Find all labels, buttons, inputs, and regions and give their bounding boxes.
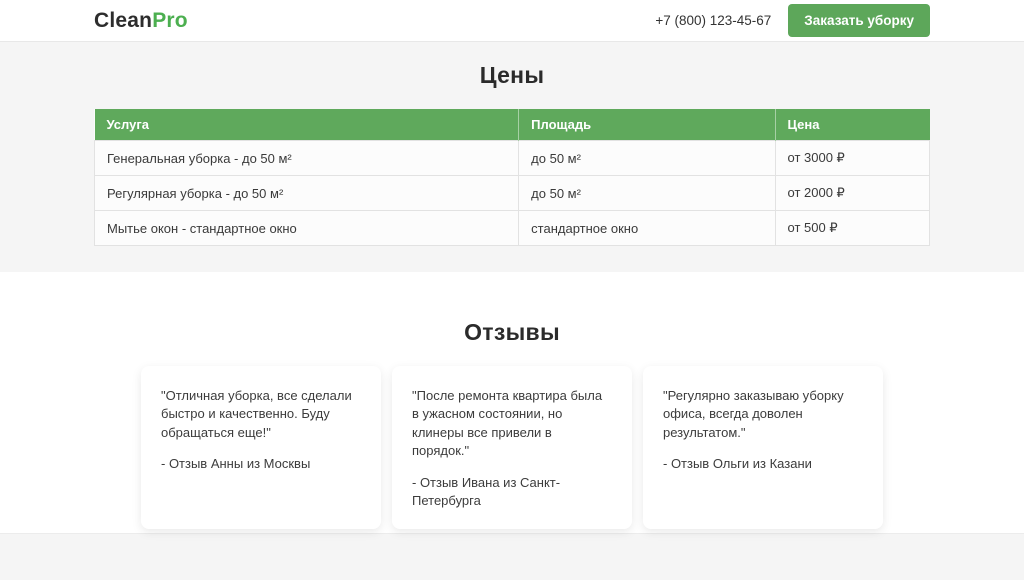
review-author: - Отзыв Ольги из Казани bbox=[663, 455, 863, 473]
review-card: "Регулярно заказываю уборку офиса, всегд… bbox=[643, 366, 883, 529]
table-row: Генеральная уборка - до 50 м² до 50 м² о… bbox=[95, 141, 930, 176]
logo[interactable]: CleanPro bbox=[94, 9, 188, 33]
site-footer bbox=[0, 533, 1024, 580]
cell-service: Генеральная уборка - до 50 м² bbox=[95, 141, 519, 176]
table-header-row: Услуга Площадь Цена bbox=[95, 109, 930, 141]
cell-price: от 500 ₽ bbox=[775, 211, 929, 246]
cell-service: Мытье окон - стандартное окно bbox=[95, 211, 519, 246]
review-card: "После ремонта квартира была в ужасном с… bbox=[392, 366, 632, 529]
prices-section: Цены Услуга Площадь Цена Генеральная убо… bbox=[0, 41, 1024, 272]
cell-price: от 3000 ₽ bbox=[775, 141, 929, 176]
table-row: Мытье окон - стандартное окно стандартно… bbox=[95, 211, 930, 246]
cell-service: Регулярная уборка - до 50 м² bbox=[95, 176, 519, 211]
cell-area: до 50 м² bbox=[519, 141, 775, 176]
column-header-area: Площадь bbox=[519, 109, 775, 141]
table-row: Регулярная уборка - до 50 м² до 50 м² от… bbox=[95, 176, 930, 211]
prices-table: Услуга Площадь Цена Генеральная уборка -… bbox=[94, 109, 930, 246]
review-quote: "После ремонта квартира была в ужасном с… bbox=[412, 387, 612, 461]
prices-title: Цены bbox=[0, 62, 1024, 89]
phone-number: +7 (800) 123-45-67 bbox=[655, 13, 771, 28]
review-quote: "Отличная уборка, все сделали быстро и к… bbox=[161, 387, 361, 442]
cell-area: стандартное окно bbox=[519, 211, 775, 246]
cell-area: до 50 м² bbox=[519, 176, 775, 211]
reviews-section: Отзывы "Отличная уборка, все сделали быс… bbox=[0, 272, 1024, 533]
column-header-price: Цена bbox=[775, 109, 929, 141]
review-author: - Отзыв Ивана из Санкт-Петербурга bbox=[412, 474, 612, 511]
logo-text-pro: Pro bbox=[152, 9, 188, 32]
review-card: "Отличная уборка, все сделали быстро и к… bbox=[141, 366, 381, 529]
review-author: - Отзыв Анны из Москвы bbox=[161, 455, 361, 473]
cell-price: от 2000 ₽ bbox=[775, 176, 929, 211]
order-cleaning-button[interactable]: Заказать уборку bbox=[788, 4, 930, 37]
logo-text-clean: Clean bbox=[94, 9, 152, 32]
column-header-service: Услуга bbox=[95, 109, 519, 141]
review-cards: "Отличная уборка, все сделали быстро и к… bbox=[0, 366, 1024, 529]
review-quote: "Регулярно заказываю уборку офиса, всегд… bbox=[663, 387, 863, 442]
site-header: CleanPro +7 (800) 123-45-67 Заказать убо… bbox=[0, 0, 1024, 41]
reviews-title: Отзывы bbox=[0, 319, 1024, 346]
